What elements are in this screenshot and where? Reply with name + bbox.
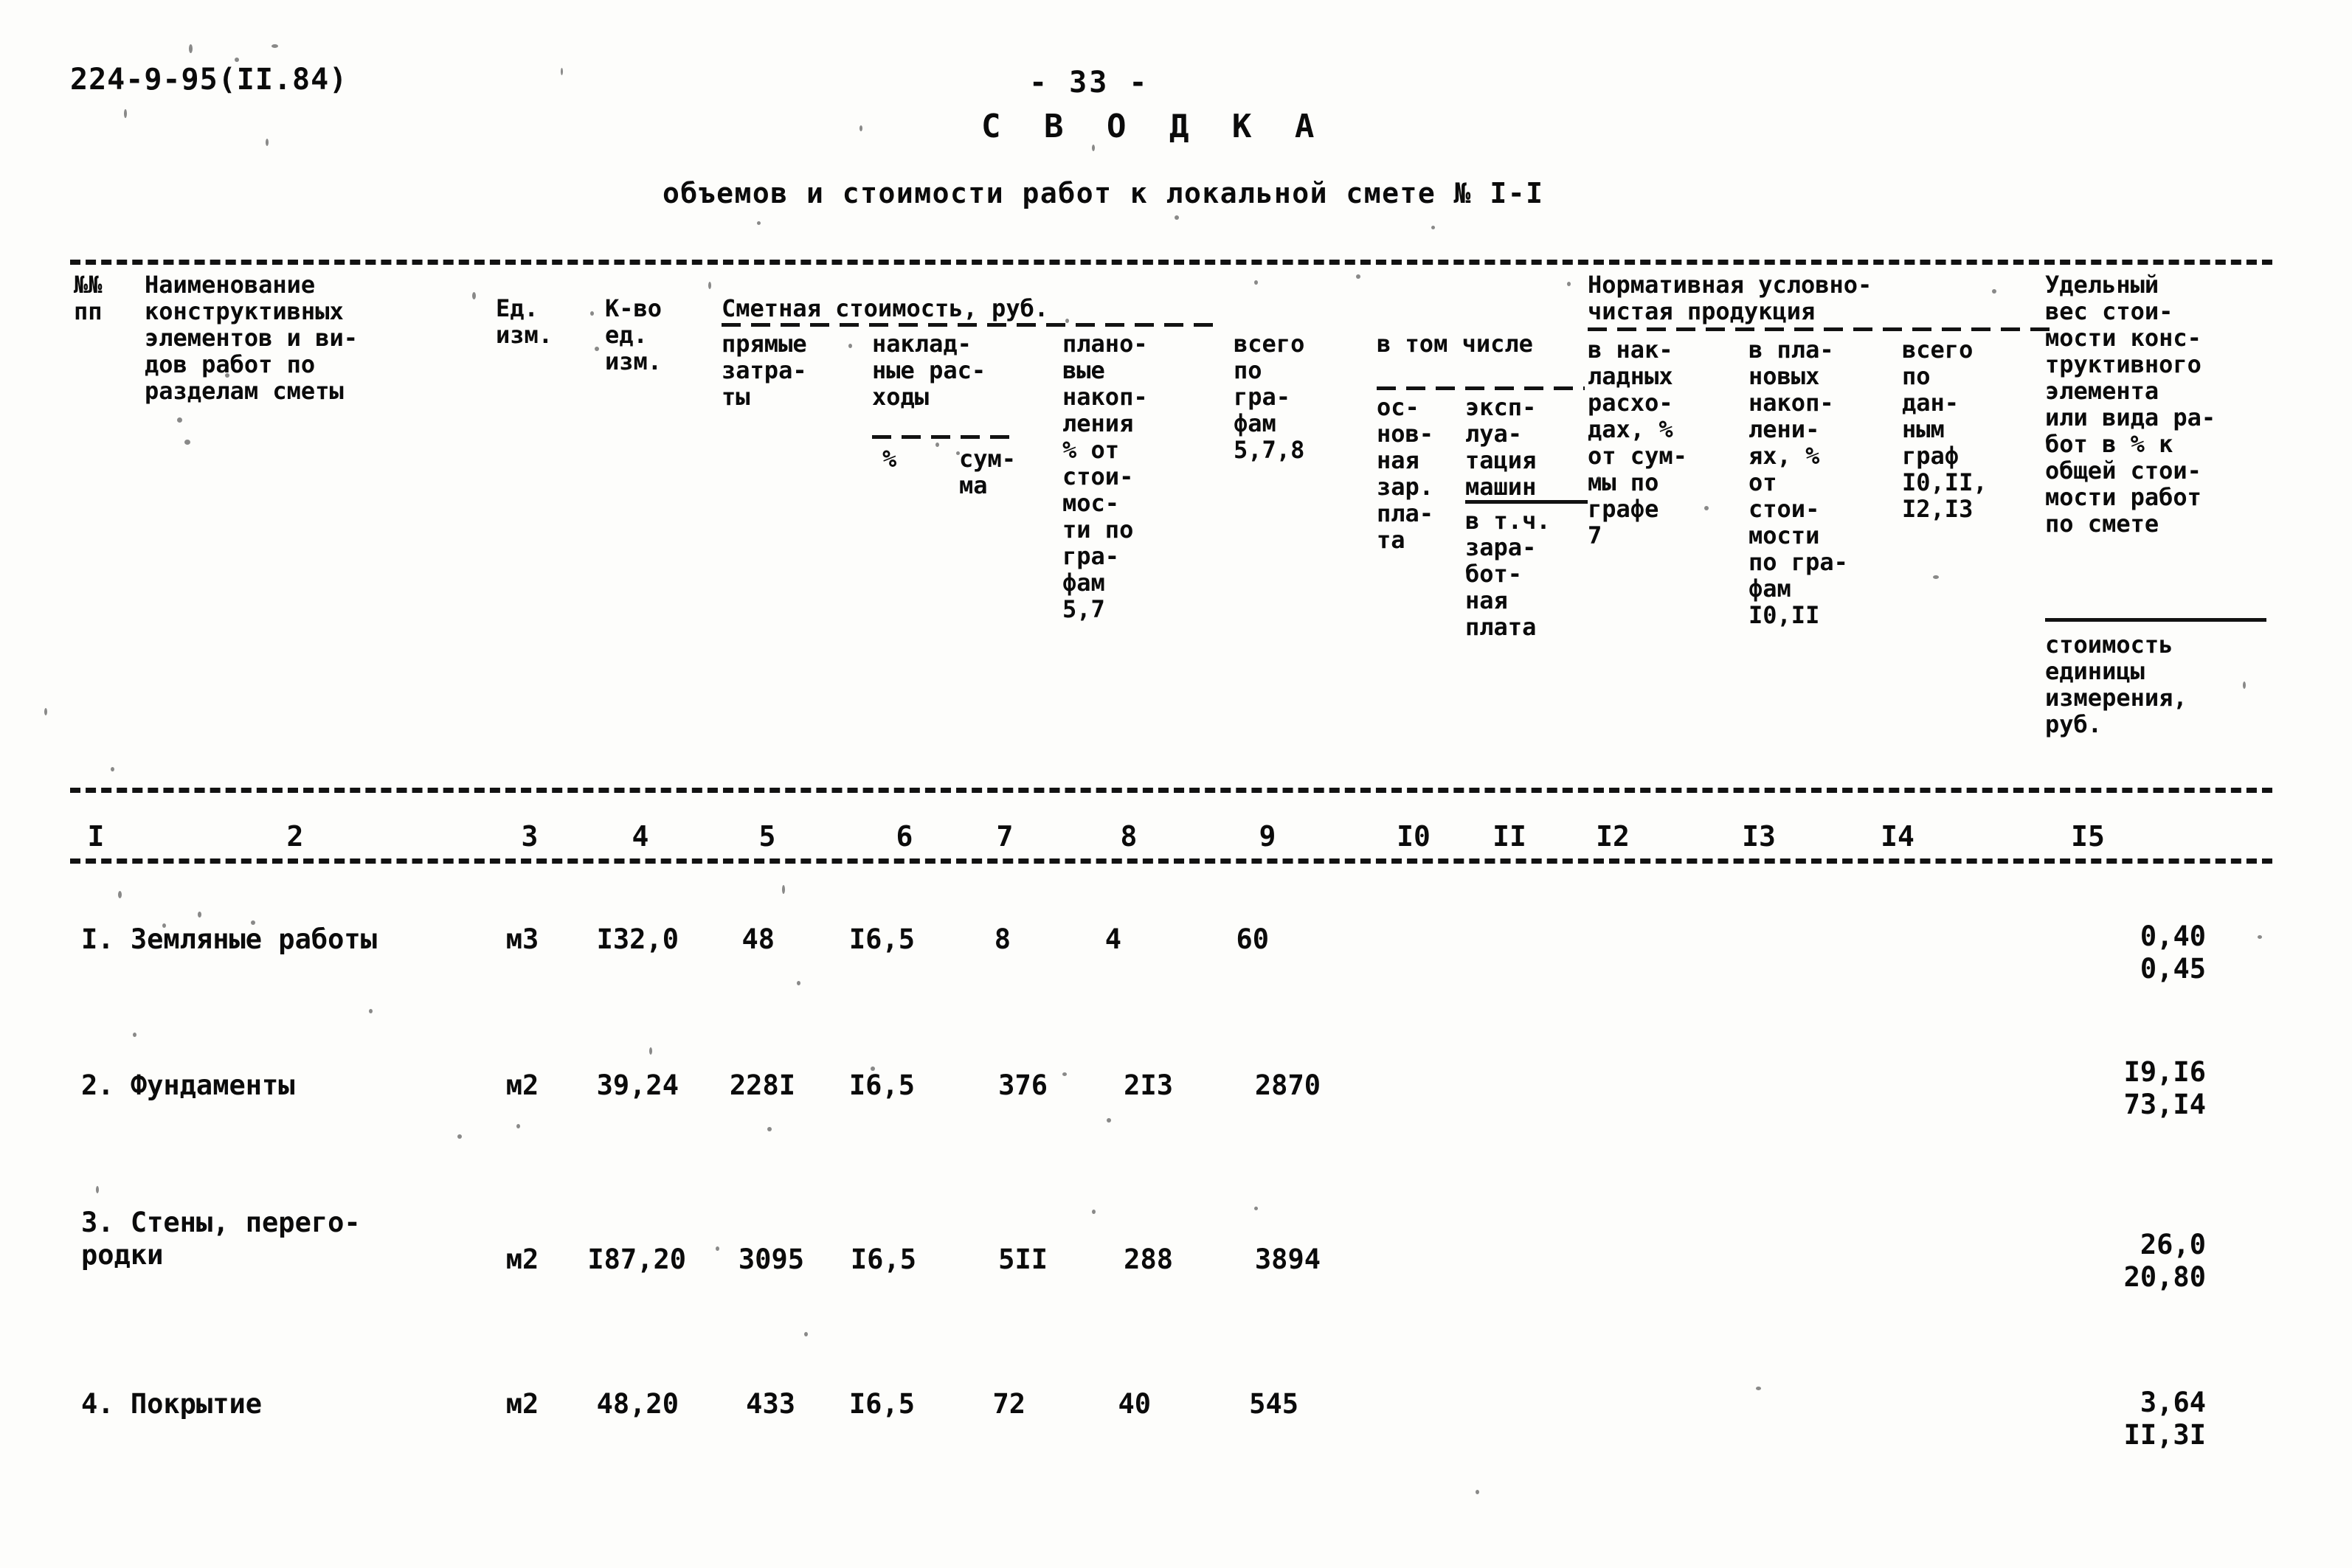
row-2-qty: 39,24: [596, 1069, 679, 1101]
row-4-overhead-pct: I6,5: [848, 1388, 915, 1420]
colnum-5: 5: [758, 820, 776, 853]
machines-underline: [1465, 500, 1588, 504]
row-3-unit: м2: [505, 1243, 539, 1275]
row-3-qty: I87,20: [587, 1243, 686, 1275]
row-2-overhead-pct: I6,5: [848, 1069, 915, 1101]
row-1-overhead-pct: I6,5: [848, 923, 915, 955]
header-col-6-7: наклад- ные рас- ходы: [872, 330, 986, 411]
colnum-8: 8: [1120, 820, 1138, 853]
colnum-15: I5: [2071, 820, 2105, 853]
header-col-11: эксп- луа- тация машин: [1465, 393, 1537, 501]
header-group-estimated-cost: Сметная стоимость, руб.: [722, 294, 1049, 322]
header-col-1: №№ пп: [74, 271, 103, 325]
colnum-bottom-rule: [70, 858, 2272, 864]
header-col-11-sub: в т.ч. зара- бот- ная плата: [1465, 507, 1551, 641]
colnum-12: I2: [1596, 820, 1630, 853]
row-4-name: 4. Покрытие: [81, 1388, 263, 1420]
header-col-7-sum: сум- ма: [959, 445, 1017, 499]
row-4-planned-savings: 40: [1118, 1388, 1151, 1420]
row-4-overhead-sum: 72: [992, 1388, 1025, 1420]
header-col-4: К-во ед. изм.: [605, 294, 663, 375]
row-2-overhead-sum: 376: [998, 1069, 1048, 1101]
row-2-share-pct: I9,I6: [2123, 1056, 2206, 1088]
row-1-unit: м3: [505, 923, 539, 955]
row-3-planned-savings: 288: [1124, 1243, 1173, 1275]
header-col-8: плано- вые накоп- ления % от стои- мос- …: [1062, 330, 1148, 623]
colnum-13: I3: [1742, 820, 1776, 853]
document-code: 224-9-95(II.84): [70, 63, 348, 97]
header-col-15: Удельный вес стои- мости конс- труктивно…: [2045, 271, 2216, 538]
colnum-2: 2: [286, 820, 304, 853]
header-col-13: в пла- новых накоп- лени- ях, % от стои-…: [1749, 336, 1848, 629]
header-col-6-percent: %: [882, 445, 897, 473]
row-1-share-pct: 0,40: [2140, 920, 2206, 952]
row-1-qty: I32,0: [596, 923, 679, 955]
row-3-overhead-sum: 5II: [998, 1243, 1048, 1275]
row-2-name: 2. Фундаменты: [81, 1069, 295, 1101]
row-2-direct: 228I: [729, 1069, 795, 1101]
colnum-6: 6: [896, 820, 913, 853]
colnum-11: II: [1493, 820, 1526, 853]
row-3-total: 3894: [1254, 1243, 1321, 1275]
page-number: - 33 -: [1029, 66, 1149, 100]
row-4-unit: м2: [505, 1388, 539, 1420]
colnum-14: I4: [1881, 820, 1915, 853]
row-3-overhead-pct: I6,5: [850, 1243, 916, 1275]
header-col-3: Ед. изм.: [496, 294, 553, 349]
group-estimated-cost-underline: [722, 323, 1223, 327]
row-1-name: I. Земляные работы: [81, 923, 377, 955]
overhead-underline: [872, 435, 1020, 439]
header-col-15-sub: стоимость единицы измерения, руб.: [2045, 631, 2187, 738]
scanned-page: 224-9-95(II.84) - 33 - С В О Д К А объем…: [0, 0, 2352, 1568]
row-3-direct: 3095: [738, 1243, 804, 1275]
colnum-9: 9: [1259, 820, 1276, 853]
row-4-total: 545: [1249, 1388, 1298, 1420]
colnum-4: 4: [632, 820, 649, 853]
row-2-unit-cost: 73,I4: [2123, 1089, 2206, 1120]
colnum-10: I0: [1397, 820, 1431, 853]
row-4-qty: 48,20: [596, 1388, 679, 1420]
row-4-share-pct: 3,64: [2140, 1387, 2206, 1418]
row-1-total: 60: [1236, 923, 1269, 955]
header-col-5: прямые затра- ты: [722, 330, 807, 411]
col-15-underline: [2045, 618, 2266, 622]
row-1-planned-savings: 4: [1104, 923, 1121, 955]
colnum-top-rule: [70, 788, 2272, 793]
row-3-unit-cost: 20,80: [2123, 1261, 2206, 1293]
group-including-underline: [1377, 386, 1585, 390]
row-2-total: 2870: [1254, 1069, 1321, 1101]
row-4-direct: 433: [746, 1388, 795, 1420]
row-2-unit: м2: [505, 1069, 539, 1101]
header-col-14: всего по дан- ным граф I0,II, I2,I3: [1902, 336, 1988, 523]
header-col-9: всего по гра- фам 5,7,8: [1234, 330, 1305, 464]
colnum-1: I: [87, 820, 105, 853]
page-title: С В О Д К А: [981, 108, 1327, 145]
header-group-net-output: Нормативная условно- чистая продукция: [1588, 271, 1872, 325]
page-subtitle: объемов и стоимости работ к локальной см…: [663, 177, 1544, 209]
row-1-direct: 48: [741, 923, 775, 955]
group-net-output-underline: [1588, 327, 2052, 331]
header-col-2: Наименование конструктивных элементов и …: [145, 271, 358, 405]
table-top-rule: [70, 260, 2272, 265]
colnum-7: 7: [996, 820, 1014, 853]
row-3-share-pct: 26,0: [2140, 1229, 2206, 1260]
row-1-unit-cost: 0,45: [2140, 953, 2206, 985]
header-group-including: в том числе: [1377, 330, 1533, 358]
header-col-12: в нак- ладных расхо- дах, % от сум- мы п…: [1588, 336, 1687, 549]
row-4-unit-cost: II,3I: [2123, 1419, 2206, 1451]
header-col-10: ос- нов- ная зар. пла- та: [1377, 393, 1434, 554]
row-3-name: 3. Стены, перего- родки: [81, 1207, 361, 1271]
colnum-3: 3: [521, 820, 539, 853]
row-1-overhead-sum: 8: [994, 923, 1011, 955]
